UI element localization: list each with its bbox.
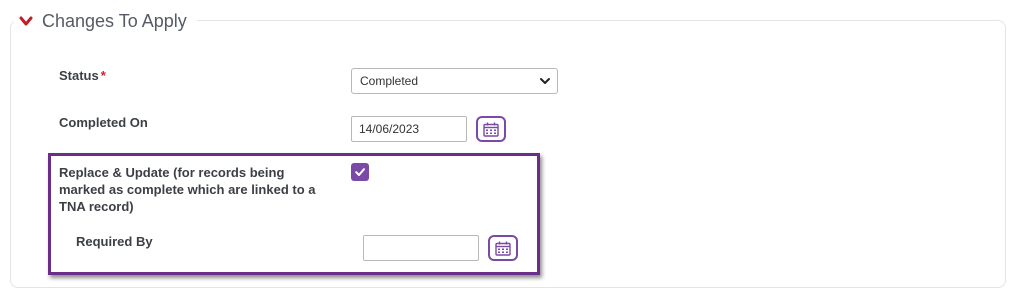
status-select[interactable]: Completed <box>351 68 558 94</box>
required-by-date-input[interactable] <box>363 235 479 261</box>
required-by-label: Required By <box>76 234 153 249</box>
calendar-icon <box>483 122 499 137</box>
status-label-text: Status <box>59 68 99 83</box>
section-header[interactable]: Changes To Apply <box>14 7 197 35</box>
status-label: Status * <box>59 67 106 84</box>
replace-update-label: Replace & Update (for records being mark… <box>59 165 316 214</box>
status-select-value: Completed <box>360 74 419 88</box>
chevron-down-icon[interactable] <box>18 13 34 29</box>
completed-on-label: Completed On <box>59 115 148 130</box>
required-by-calendar-button[interactable] <box>488 235 518 261</box>
section-title: Changes To Apply <box>42 10 187 31</box>
completed-on-calendar-button[interactable] <box>476 116 506 142</box>
completed-on-date-value: 14/06/2023 <box>359 122 420 136</box>
calendar-icon <box>495 241 511 256</box>
select-caret-icon <box>540 78 550 84</box>
checkmark-icon <box>355 168 365 176</box>
replace-update-checkbox[interactable] <box>351 163 369 181</box>
required-marker: * <box>100 68 106 83</box>
completed-on-date-input[interactable]: 14/06/2023 <box>351 116 467 142</box>
